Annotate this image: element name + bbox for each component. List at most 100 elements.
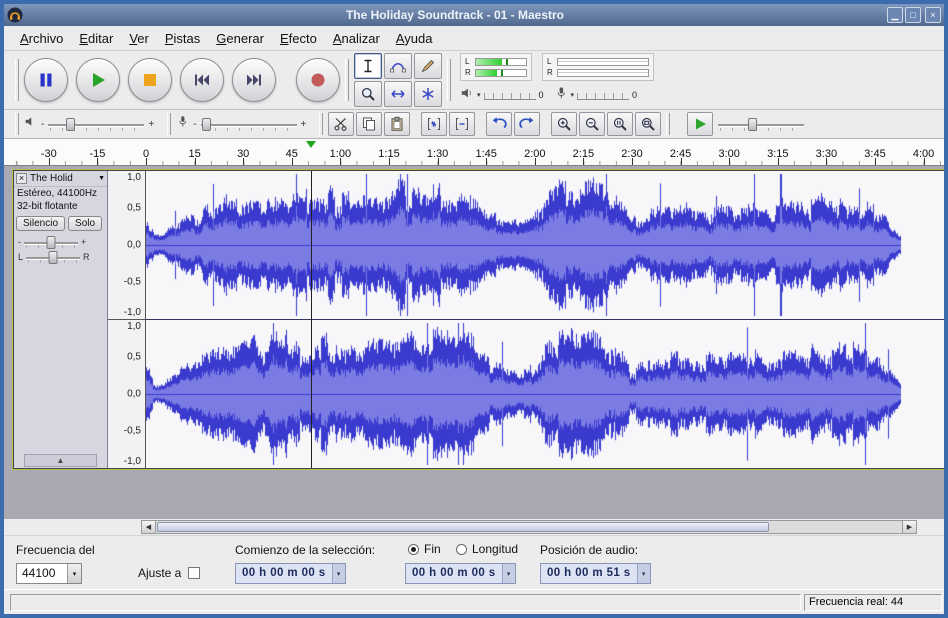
- cut-button[interactable]: [328, 112, 354, 136]
- track-close-button[interactable]: ×: [16, 173, 27, 184]
- play-at-speed-button[interactable]: [687, 112, 713, 136]
- toolbar-grip[interactable]: [15, 113, 19, 135]
- snap-checkbox[interactable]: [188, 567, 200, 579]
- input-volume-thumb[interactable]: [202, 118, 211, 131]
- draw-tool-button[interactable]: [414, 53, 442, 79]
- input-volume-slider[interactable]: - +: [176, 115, 306, 133]
- toolbar-grip[interactable]: [15, 59, 19, 102]
- audio-position-time[interactable]: 00 h 00 m 51 s ▾: [540, 563, 651, 584]
- chevron-down-icon[interactable]: ▾: [571, 91, 575, 99]
- pan-slider[interactable]: L R: [14, 248, 107, 263]
- output-volume-slider[interactable]: - +: [24, 115, 154, 133]
- pan-thumb[interactable]: [49, 251, 58, 264]
- record-button[interactable]: [296, 58, 340, 102]
- gain-thumb[interactable]: [47, 236, 56, 249]
- minimize-button[interactable]: ▁: [887, 7, 903, 23]
- toolbar-grip[interactable]: [447, 59, 451, 102]
- meter-bar: [475, 69, 527, 77]
- stop-button[interactable]: [128, 58, 172, 102]
- horizontal-scrollbar[interactable]: ◀ ▶: [141, 520, 917, 534]
- length-radio[interactable]: Longitud: [456, 542, 518, 556]
- toolbar-grip[interactable]: [345, 59, 349, 102]
- toolbar-grip[interactable]: [666, 113, 670, 135]
- waveform-channel-1[interactable]: [146, 171, 944, 319]
- menu-ver[interactable]: Ver: [121, 29, 157, 48]
- selection-end-spinner[interactable]: ▾: [502, 564, 515, 583]
- timeshift-icon: [390, 86, 406, 102]
- record-meter[interactable]: LR: [460, 53, 532, 81]
- gain-plus-label: +: [81, 237, 86, 247]
- waveform-view[interactable]: [146, 171, 944, 468]
- menu-ayuda[interactable]: Ayuda: [388, 29, 441, 48]
- maximize-button[interactable]: □: [905, 7, 921, 23]
- speed-slider[interactable]: [718, 118, 804, 131]
- input-volume-track[interactable]: [201, 118, 297, 131]
- audio-position-spinner[interactable]: ▾: [637, 564, 650, 583]
- zoom-tool-button[interactable]: [354, 81, 382, 107]
- toolbar-grip[interactable]: [167, 113, 171, 135]
- amplitude-label: 1,0: [127, 172, 141, 183]
- pause-button[interactable]: [24, 58, 68, 102]
- gain-slider[interactable]: - +: [14, 233, 107, 248]
- close-button[interactable]: ×: [925, 7, 941, 23]
- selection-label: Comienzo de la selección:: [235, 543, 375, 557]
- play-button[interactable]: [76, 58, 120, 102]
- speed-slider-thumb[interactable]: [748, 118, 757, 131]
- selection-end-time[interactable]: 00 h 00 m 00 s ▾: [405, 563, 516, 584]
- copy-button[interactable]: [356, 112, 382, 136]
- vertical-ruler[interactable]: 1,00,50,0-0,5-1,0 1,00,50,0-0,5-1,0: [108, 171, 146, 468]
- meter-bar: [557, 69, 649, 77]
- selection-start-time[interactable]: 00 h 00 m 00 s ▾: [235, 563, 346, 584]
- menu-analizar[interactable]: Analizar: [325, 29, 388, 48]
- timeshift-tool-button[interactable]: [384, 81, 412, 107]
- end-radio-button[interactable]: [408, 544, 419, 555]
- menu-generar[interactable]: Generar: [208, 29, 272, 48]
- timeline-ruler[interactable]: -30-1501530451:001:151:301:452:002:152:3…: [4, 139, 944, 166]
- skip-end-button[interactable]: [232, 58, 276, 102]
- mute-button[interactable]: Silencio: [16, 216, 65, 231]
- toolbar-grip[interactable]: [319, 113, 323, 135]
- length-radio-button[interactable]: [456, 544, 467, 555]
- menu-efecto[interactable]: Efecto: [272, 29, 325, 48]
- titlebar[interactable]: The Holiday Soundtrack - 01 - Maestro ▁ …: [4, 4, 944, 26]
- envelope-tool-button[interactable]: [384, 53, 412, 79]
- waveform-channel-2[interactable]: [146, 320, 944, 468]
- trim-button[interactable]: [421, 112, 447, 136]
- playback-meter-menu[interactable]: ▾ 0: [460, 86, 544, 105]
- selection-tool-button[interactable]: [354, 53, 382, 79]
- paste-button[interactable]: [384, 112, 410, 136]
- timeline-tick: [486, 158, 487, 165]
- timeline-tick: [49, 158, 50, 165]
- output-volume-track[interactable]: [48, 118, 144, 131]
- zoom-out-button[interactable]: [579, 112, 605, 136]
- chevron-down-icon[interactable]: ▾: [477, 91, 481, 99]
- track-area[interactable]: × The Holid ▼ Estéreo, 44100Hz 32-bit fl…: [4, 166, 944, 519]
- silence-button[interactable]: [449, 112, 475, 136]
- pan-track[interactable]: [26, 251, 80, 263]
- multi-tool-button[interactable]: [414, 81, 442, 107]
- playback-meter[interactable]: LR: [542, 53, 654, 81]
- output-volume-thumb[interactable]: [66, 118, 75, 131]
- zoom-in-button[interactable]: [551, 112, 577, 136]
- scroll-left-button[interactable]: ◀: [142, 521, 156, 533]
- gain-track[interactable]: [24, 236, 78, 248]
- zoom-selection-button[interactable]: [607, 112, 633, 136]
- selection-start-spinner[interactable]: ▾: [332, 564, 345, 583]
- rate-select[interactable]: 44100 ▾: [16, 563, 82, 584]
- menu-pistas[interactable]: Pistas: [157, 29, 208, 48]
- undo-button[interactable]: [486, 112, 512, 136]
- scrollbar-thumb[interactable]: [157, 522, 769, 532]
- record-meter-menu[interactable]: ▾ 0: [554, 86, 638, 105]
- scrollbar-track[interactable]: [156, 521, 902, 533]
- solo-button[interactable]: Solo: [68, 216, 102, 231]
- menu-editar[interactable]: Editar: [71, 29, 121, 48]
- zoom-fit-button[interactable]: [635, 112, 661, 136]
- menu-archivo[interactable]: Archivo: [12, 29, 71, 48]
- scroll-right-button[interactable]: ▶: [902, 521, 916, 533]
- track-name-dropdown[interactable]: The Holid ▼: [30, 173, 105, 184]
- end-radio[interactable]: Fin: [408, 542, 441, 556]
- playhead-icon[interactable]: [306, 141, 316, 148]
- redo-button[interactable]: [514, 112, 540, 136]
- collapse-button[interactable]: ▲: [24, 454, 97, 467]
- skip-start-button[interactable]: [180, 58, 224, 102]
